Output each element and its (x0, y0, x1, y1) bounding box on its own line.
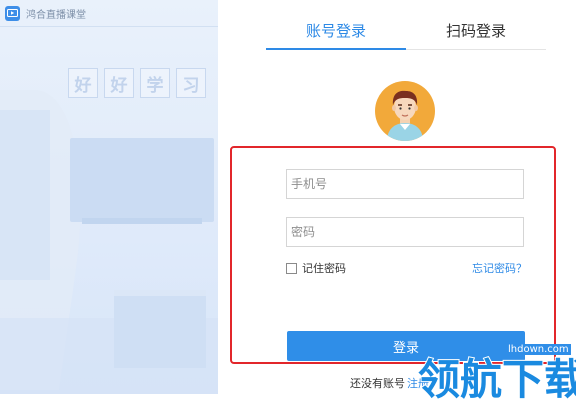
blackboard-ledge (82, 218, 202, 224)
watermark-url: lhdown.com (506, 344, 571, 355)
user-avatar-icon (387, 90, 423, 141)
tab-qr-login[interactable]: 扫码登录 (406, 14, 546, 48)
phone-input[interactable] (286, 169, 524, 199)
blackboard-graphic (70, 138, 214, 222)
app-logo-icon (5, 5, 20, 21)
tab-divider (406, 49, 546, 50)
podium-graphic (114, 290, 206, 368)
slogan-char: 习 (176, 68, 206, 98)
slogan: 好 好 学 习 (68, 68, 206, 98)
watermark-text: 领航下载 (417, 354, 576, 405)
password-input[interactable] (286, 217, 524, 247)
header-divider (0, 26, 218, 27)
avatar (375, 81, 435, 141)
window-graphic (0, 110, 50, 280)
slogan-char: 好 (68, 68, 98, 98)
remember-label: 记住密码 (302, 262, 346, 275)
left-decoration-panel: 鸿合直播课堂 好 好 学 习 (0, 0, 218, 394)
forgot-password-link[interactable]: 忘记密码？ (472, 260, 527, 276)
no-account-text: 还没有账号 (350, 377, 405, 390)
app-header: 鸿合直播课堂 (0, 0, 218, 26)
app-title: 鸿合直播课堂 (26, 9, 86, 21)
slogan-char: 学 (140, 68, 170, 98)
active-tab-indicator (266, 48, 406, 50)
remember-password[interactable]: 记住密码 (286, 260, 346, 276)
slogan-char: 好 (104, 68, 134, 98)
remember-checkbox[interactable] (286, 262, 297, 274)
login-tabs: 账号登录 扫码登录 (266, 14, 546, 50)
tab-account-login[interactable]: 账号登录 (266, 14, 406, 48)
